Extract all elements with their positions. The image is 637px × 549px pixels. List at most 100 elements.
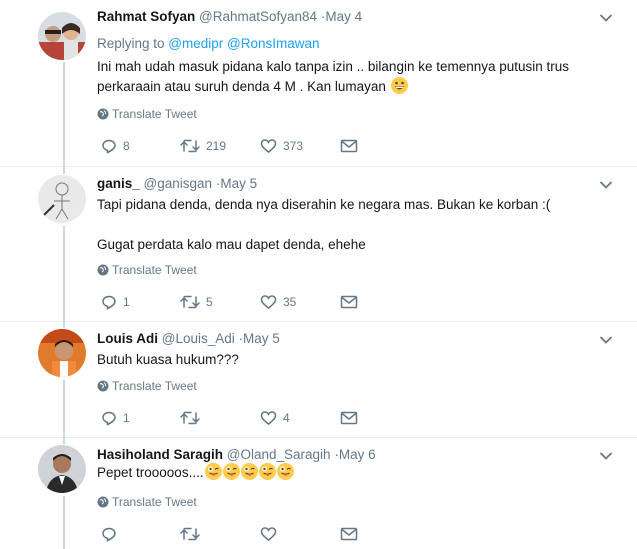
tweet[interactable]: ganis_ @ganisgan ·May 5 Tapi pidana dend… [0, 166, 637, 321]
reply-count: 1 [123, 411, 130, 425]
winking-face-with-tongue-emoji [240, 463, 258, 480]
author-handle[interactable]: @RahmatSofyan84 [199, 9, 317, 24]
author-handle[interactable]: @Oland_Saragih [227, 447, 331, 462]
envelope-icon [340, 139, 358, 153]
thread-line [63, 226, 65, 321]
timestamp[interactable]: May 6 [339, 447, 376, 462]
tweet[interactable]: Hasiholand Saragih @Oland_Saragih ·May 6… [0, 437, 637, 549]
direct-message-button[interactable] [340, 136, 364, 156]
chevron-down-icon[interactable] [599, 451, 613, 461]
retweet-button[interactable] [180, 524, 206, 544]
author-name[interactable]: Louis Adi [97, 331, 158, 346]
tweet-actions: 1 5 35 [97, 292, 397, 312]
author-name[interactable]: Hasiholand Saragih [97, 447, 223, 462]
emoji-row [204, 463, 294, 480]
tweet-actions: 8 219 373 [97, 136, 397, 156]
like-button[interactable]: 373 [260, 136, 303, 156]
translate-tweet-link[interactable]: Translate Tweet [97, 106, 197, 122]
reply-count: 8 [123, 139, 130, 153]
like-count: 373 [283, 139, 304, 153]
avatar[interactable] [38, 175, 86, 223]
author-handle[interactable]: @Louis_Adi [162, 331, 235, 346]
reply-button[interactable] [101, 524, 123, 544]
reply-icon [102, 527, 116, 542]
translate-tweet-link[interactable]: Translate Tweet [97, 494, 197, 510]
envelope-icon [340, 411, 358, 425]
reply-button[interactable]: 1 [101, 292, 130, 312]
direct-message-button[interactable] [340, 408, 364, 428]
like-count: 35 [283, 295, 297, 309]
globe-icon [97, 264, 109, 276]
winking-face-with-tongue-emoji [222, 463, 240, 480]
timestamp[interactable]: May 5 [243, 331, 280, 346]
winking-face-with-tongue-emoji [258, 463, 276, 480]
thread-line [63, 166, 65, 174]
author-handle[interactable]: @ganisgan [144, 176, 213, 191]
winking-face-with-tongue-emoji [276, 463, 294, 480]
thread-line [63, 380, 65, 437]
tweet-text-line: Pepet trooooos.... [97, 465, 204, 480]
retweet-icon [180, 527, 200, 541]
winking-face-with-tongue-emoji [204, 463, 222, 480]
translate-label: Translate Tweet [112, 495, 197, 509]
avatar[interactable] [38, 12, 86, 60]
reply-button[interactable]: 1 [101, 408, 130, 428]
tweet-text-line: Butuh kuasa hukum??? [97, 352, 239, 367]
timestamp[interactable]: May 5 [220, 176, 257, 191]
chevron-down-icon[interactable] [599, 180, 613, 190]
chevron-down-icon[interactable] [599, 335, 613, 345]
thread-line [63, 62, 65, 166]
retweet-icon [180, 295, 200, 309]
avatar[interactable] [38, 329, 86, 377]
retweet-button[interactable] [180, 408, 206, 428]
replying-to-prefix: Replying to [97, 36, 169, 51]
translate-label: Translate Tweet [112, 379, 197, 393]
tweet-header: Rahmat Sofyan @RahmatSofyan84 ·May 4 [97, 8, 362, 26]
translate-label: Translate Tweet [112, 107, 197, 121]
retweet-button[interactable]: 219 [180, 136, 226, 156]
tweet-text: Tapi pidana denda, denda nya diserahin k… [97, 195, 602, 255]
reply-icon [102, 411, 116, 426]
timestamp[interactable]: May 4 [325, 9, 362, 24]
tweet-text-line: Gugat perdata kalo mau dapet denda, eheh… [97, 237, 366, 252]
like-button[interactable] [260, 524, 283, 544]
like-button[interactable]: 35 [260, 292, 296, 312]
direct-message-button[interactable] [340, 292, 364, 312]
mention-link[interactable]: @RonsImawan [227, 36, 320, 51]
avatar[interactable] [38, 445, 86, 493]
translate-label: Translate Tweet [112, 263, 197, 277]
retweet-button[interactable]: 5 [180, 292, 213, 312]
thread-line [63, 321, 65, 328]
heart-icon [260, 411, 277, 425]
tweet-text-line: Ini mah udah masuk pidana kalo tanpa izi… [97, 59, 570, 74]
reply-icon [102, 295, 116, 310]
retweet-count: 5 [206, 295, 213, 309]
author-name[interactable]: ganis_ [97, 176, 140, 191]
tweet-text: Butuh kuasa hukum??? [97, 350, 602, 370]
direct-message-button[interactable] [340, 524, 364, 544]
tweet[interactable]: Rahmat Sofyan @RahmatSofyan84 ·May 4 Rep… [0, 0, 637, 166]
tweet-header: ganis_ @ganisgan ·May 5 [97, 175, 257, 193]
tweet[interactable]: Louis Adi @Louis_Adi ·May 5 Butuh kuasa … [0, 321, 637, 437]
replying-to: Replying to @medipr @RonsImawan [97, 35, 320, 53]
like-count: 4 [283, 411, 290, 425]
tweet-text-line: perkaraain atau suruh denda 4 M . Kan lu… [97, 79, 386, 94]
retweet-icon [180, 411, 200, 425]
translate-tweet-link[interactable]: Translate Tweet [97, 378, 197, 394]
envelope-icon [340, 295, 358, 309]
reply-button[interactable]: 8 [101, 136, 130, 156]
reply-icon [102, 139, 116, 154]
grinning-face-emoji [390, 77, 408, 94]
chevron-down-icon[interactable] [599, 13, 613, 23]
mention-link[interactable]: @medipr [168, 36, 223, 51]
thread-line [63, 437, 65, 444]
heart-icon [260, 527, 277, 541]
envelope-icon [340, 527, 358, 541]
reply-count: 1 [123, 295, 130, 309]
like-button[interactable]: 4 [260, 408, 290, 428]
translate-tweet-link[interactable]: Translate Tweet [97, 262, 197, 278]
retweet-icon [180, 139, 200, 153]
tweet-text: Pepet trooooos.... [97, 463, 602, 483]
tweet-text: Ini mah udah masuk pidana kalo tanpa izi… [97, 57, 602, 97]
author-name[interactable]: Rahmat Sofyan [97, 9, 195, 24]
